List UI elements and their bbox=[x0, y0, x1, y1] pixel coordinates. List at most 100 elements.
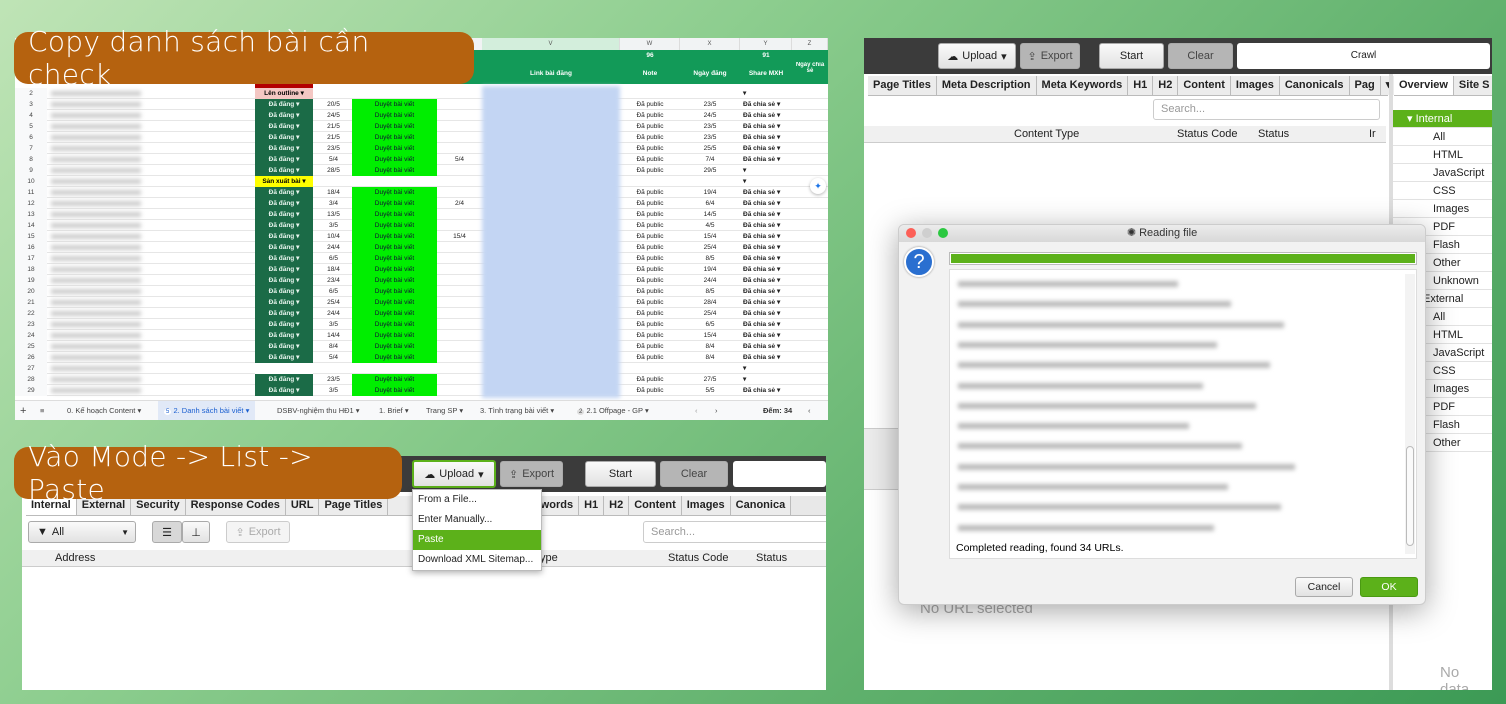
row-number[interactable]: 9 bbox=[15, 165, 47, 176]
maximize-button[interactable] bbox=[938, 228, 948, 238]
approval-dropdown[interactable]: Duyệt bài viết bbox=[352, 341, 437, 352]
date-cell[interactable]: 10/4 bbox=[315, 231, 352, 242]
tab-tinh-trang[interactable]: 3. Tình trạng bài viết ▾ bbox=[480, 401, 554, 420]
extra-date-cell[interactable] bbox=[437, 286, 482, 297]
approval-dropdown[interactable]: Duyệt bài viết bbox=[352, 110, 437, 121]
row-number[interactable]: 23 bbox=[15, 319, 47, 330]
publish-date-cell[interactable]: 25/4 bbox=[680, 242, 740, 253]
extra-date-cell[interactable] bbox=[437, 363, 482, 374]
row-number[interactable]: 12 bbox=[15, 198, 47, 209]
tab-meta-description[interactable]: Meta Description bbox=[936, 76, 1037, 95]
extra-date-cell[interactable] bbox=[437, 352, 482, 363]
tab-meta-keywords[interactable]: Meta Keywords bbox=[1036, 76, 1129, 95]
note-cell[interactable]: Đã public bbox=[620, 242, 680, 253]
approval-dropdown[interactable]: Duyệt bài viết bbox=[352, 231, 437, 242]
status-dropdown[interactable]: Đã đăng ▾ bbox=[255, 165, 313, 176]
extra-date-cell[interactable]: 2/4 bbox=[437, 198, 482, 209]
status-dropdown[interactable]: Đã đăng ▾ bbox=[255, 242, 313, 253]
clear-button[interactable]: Clear bbox=[1168, 43, 1233, 69]
status-dropdown[interactable]: Đã đăng ▾ bbox=[255, 297, 313, 308]
menu-download-sitemap[interactable]: Download XML Sitemap... bbox=[413, 550, 541, 570]
col-v[interactable]: V bbox=[482, 38, 620, 50]
note-cell[interactable] bbox=[620, 363, 680, 374]
tab-site-s[interactable]: Site S bbox=[1453, 76, 1492, 95]
date-cell[interactable] bbox=[315, 363, 352, 374]
approval-dropdown[interactable]: Duyệt bài viết bbox=[352, 99, 437, 110]
extra-date-cell[interactable] bbox=[437, 308, 482, 319]
approval-dropdown[interactable]: Duyệt bài viết bbox=[352, 121, 437, 132]
export-table-button[interactable]: ⇪ Export bbox=[226, 521, 290, 543]
all-sheets-button[interactable]: ≡ bbox=[40, 401, 44, 420]
row-number[interactable]: 20 bbox=[15, 286, 47, 297]
menu-enter-manually[interactable]: Enter Manually... bbox=[413, 510, 541, 530]
status-dropdown[interactable]: Đã đăng ▾ bbox=[255, 110, 313, 121]
row-number[interactable]: 3 bbox=[15, 99, 47, 110]
date-cell[interactable]: 6/5 bbox=[315, 286, 352, 297]
tab-h1[interactable]: H1 bbox=[1128, 76, 1154, 95]
list-view-button[interactable]: ☰ bbox=[152, 521, 182, 543]
col-w[interactable]: W bbox=[620, 38, 680, 50]
approval-dropdown[interactable]: Duyệt bài viết bbox=[352, 330, 437, 341]
col-status[interactable]: Status bbox=[1258, 126, 1289, 143]
approval-dropdown[interactable]: Duyệt bài viết bbox=[352, 297, 437, 308]
status-dropdown[interactable]: Đã đăng ▾ bbox=[255, 341, 313, 352]
note-cell[interactable]: Đã public bbox=[620, 209, 680, 220]
date-cell[interactable]: 3/5 bbox=[315, 385, 352, 396]
tab-ke-hoach[interactable]: 0. Kế hoạch Content ▾ bbox=[67, 401, 141, 420]
menu-from-file[interactable]: From a File... bbox=[413, 490, 541, 510]
approval-dropdown[interactable]: Duyệt bài viết bbox=[352, 143, 437, 154]
upload-button[interactable]: ☁ Upload ▾ bbox=[412, 460, 496, 488]
start-button[interactable]: Start bbox=[1099, 43, 1164, 69]
date-cell[interactable]: 13/5 bbox=[315, 209, 352, 220]
close-button[interactable] bbox=[906, 228, 916, 238]
row-number[interactable]: 27 bbox=[15, 363, 47, 374]
crawl-progress-field[interactable]: Crawl bbox=[1237, 43, 1490, 69]
row-number[interactable]: 7 bbox=[15, 143, 47, 154]
share-dropdown[interactable]: Đã chia sẻ ▾ bbox=[740, 297, 792, 308]
approval-dropdown[interactable]: Duyệt bài viết bbox=[352, 154, 437, 165]
date-cell[interactable]: 18/4 bbox=[315, 187, 352, 198]
approval-dropdown[interactable]: Duyệt bài viết bbox=[352, 374, 437, 385]
start-button[interactable]: Start bbox=[585, 461, 656, 487]
note-cell[interactable]: Đã public bbox=[620, 319, 680, 330]
tab-images[interactable]: Images bbox=[681, 496, 731, 515]
share-dropdown[interactable]: Đã chia sẻ ▾ bbox=[740, 319, 792, 330]
approval-dropdown[interactable]: Duyệt bài viết bbox=[352, 352, 437, 363]
row-number[interactable]: 18 bbox=[15, 264, 47, 275]
note-cell[interactable]: Đã public bbox=[620, 110, 680, 121]
col-status-code[interactable]: Status Code bbox=[1177, 126, 1238, 143]
tab-brief[interactable]: 1. Brief ▾ bbox=[379, 401, 409, 420]
note-cell[interactable]: Đã public bbox=[620, 330, 680, 341]
note-cell[interactable]: Đã public bbox=[620, 341, 680, 352]
col-content-type[interactable]: Content Type bbox=[1014, 126, 1079, 143]
extra-date-cell[interactable] bbox=[437, 275, 482, 286]
status-dropdown[interactable]: Đã đăng ▾ bbox=[255, 143, 313, 154]
publish-date-cell[interactable]: 25/4 bbox=[680, 308, 740, 319]
tab-danh-sach[interactable]: 5 2. Danh sách bài viết ▾ bbox=[158, 401, 256, 420]
publish-date-cell[interactable]: 24/4 bbox=[680, 275, 740, 286]
tab-overview[interactable]: Overview bbox=[1394, 76, 1454, 95]
col-z[interactable]: Z bbox=[792, 38, 828, 50]
row-number[interactable]: 6 bbox=[15, 132, 47, 143]
share-dropdown[interactable]: ▾ bbox=[740, 88, 792, 99]
share-dropdown[interactable]: Đã chia sẻ ▾ bbox=[740, 385, 792, 396]
date-cell[interactable]: 23/5 bbox=[315, 374, 352, 385]
publish-date-cell[interactable]: 29/5 bbox=[680, 165, 740, 176]
tab-pag[interactable]: Pag bbox=[1349, 76, 1381, 95]
share-dropdown[interactable]: Đã chia sẻ ▾ bbox=[740, 264, 792, 275]
col-x[interactable]: X bbox=[680, 38, 740, 50]
col-y[interactable]: Y bbox=[740, 38, 792, 50]
row-number[interactable]: 11 bbox=[15, 187, 47, 198]
tab-canonicals[interactable]: Canonicals bbox=[1279, 76, 1350, 95]
share-dropdown[interactable]: Đã chia sẻ ▾ bbox=[740, 198, 792, 209]
approval-dropdown[interactable]: Duyệt bài viết bbox=[352, 253, 437, 264]
date-cell[interactable]: 24/4 bbox=[315, 242, 352, 253]
extra-date-cell[interactable] bbox=[437, 220, 482, 231]
upload-button[interactable]: ☁ Upload ▾ bbox=[938, 43, 1016, 69]
status-dropdown[interactable]: Sản xuất bài ▾ bbox=[255, 176, 313, 187]
row-number[interactable]: 8 bbox=[15, 154, 47, 165]
approval-dropdown[interactable]: Duyệt bài viết bbox=[352, 209, 437, 220]
tab-page-titles[interactable]: Page Titles bbox=[868, 76, 937, 95]
tab-h2[interactable]: H2 bbox=[604, 496, 630, 515]
extra-date-cell[interactable] bbox=[437, 99, 482, 110]
